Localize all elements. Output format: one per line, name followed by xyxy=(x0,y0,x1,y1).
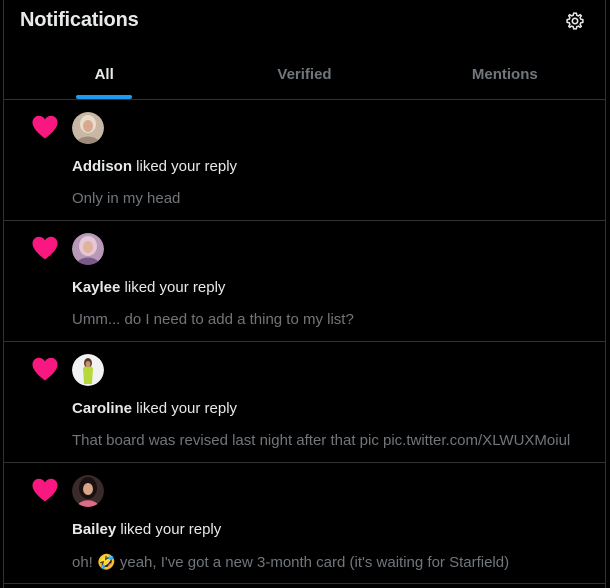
notification-item[interactable]: Caroline liked your reply That board was… xyxy=(4,342,605,463)
avatar[interactable] xyxy=(72,112,104,144)
notification-text: Bailey liked your reply xyxy=(72,521,221,538)
reply-preview: That board was revised last night after … xyxy=(72,432,571,449)
notification-item[interactable]: Bailey liked your reply oh! 🤣 yeah, I've… xyxy=(4,463,605,584)
reply-preview: Only in my head xyxy=(72,190,181,207)
page-title: Notifications xyxy=(20,9,139,31)
notifications-panel: Notifications All Verified Mentions Addi… xyxy=(3,0,606,588)
tab-mentions-label: Mentions xyxy=(471,66,538,83)
notification-text: Kaylee liked your reply xyxy=(72,279,225,296)
heart-icon xyxy=(32,357,58,381)
tab-mentions[interactable]: Mentions xyxy=(405,48,605,99)
action-text: liked your reply xyxy=(132,400,238,417)
tab-verified[interactable]: Verified xyxy=(204,48,404,99)
tab-all-label: All xyxy=(94,66,114,83)
avatar[interactable] xyxy=(72,475,104,507)
avatar[interactable] xyxy=(72,354,104,386)
notification-list: Addison liked your reply Only in my head… xyxy=(4,100,605,584)
gear-icon[interactable] xyxy=(565,11,585,31)
notification-text: Caroline liked your reply xyxy=(72,400,237,417)
user-name[interactable]: Kaylee xyxy=(72,279,120,296)
active-tab-indicator xyxy=(76,95,133,99)
user-name[interactable]: Bailey xyxy=(72,521,116,538)
action-text: liked your reply xyxy=(132,158,238,175)
tab-bar: All Verified Mentions xyxy=(4,48,605,100)
tab-verified-label: Verified xyxy=(277,66,332,83)
heart-icon xyxy=(32,478,58,502)
notification-item[interactable]: Kaylee liked your reply Umm... do I need… xyxy=(4,221,605,342)
header: Notifications xyxy=(4,0,605,44)
notification-item[interactable]: Addison liked your reply Only in my head xyxy=(4,100,605,221)
reply-preview: oh! 🤣 yeah, I've got a new 3-month card … xyxy=(72,554,510,571)
heart-icon xyxy=(32,236,58,260)
action-text: liked your reply xyxy=(120,279,226,296)
avatar[interactable] xyxy=(72,233,104,265)
tab-all[interactable]: All xyxy=(4,48,204,99)
action-text: liked your reply xyxy=(116,521,222,538)
reply-preview: Umm... do I need to add a thing to my li… xyxy=(72,311,354,328)
user-name[interactable]: Addison xyxy=(72,158,132,175)
heart-icon xyxy=(32,115,58,139)
notification-text: Addison liked your reply xyxy=(72,158,237,175)
user-name[interactable]: Caroline xyxy=(72,400,132,417)
